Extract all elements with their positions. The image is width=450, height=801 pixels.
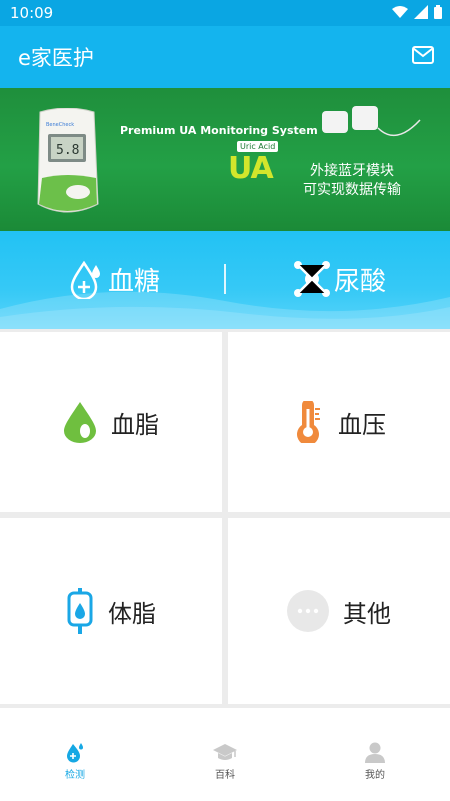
bluetooth-module-image [352, 106, 378, 130]
svg-text:5.8: 5.8 [56, 143, 79, 158]
status-time: 10:09 [10, 4, 54, 22]
banner-ua-badge: UA [228, 151, 274, 186]
tile-blood-lipid[interactable]: 血脂 [0, 332, 222, 512]
test-blood-glucose[interactable]: 血糖 [66, 259, 160, 299]
thermometer-icon [297, 401, 320, 443]
iv-bag-icon [67, 588, 93, 634]
tab-detect-label: 检测 [65, 770, 85, 781]
tab-encyclopedia-label: 百科 [215, 770, 235, 781]
tile-body-fat[interactable]: 体脂 [0, 518, 222, 704]
status-icons [392, 5, 442, 19]
tile-blood-pressure[interactable]: 血压 [228, 332, 450, 512]
graduation-cap-icon [213, 744, 237, 760]
banner-line1: 外接蓝牙模块 [310, 163, 394, 179]
tab-encyclopedia[interactable]: 百科 [185, 741, 265, 781]
banner-headline: Premium UA Monitoring System [120, 124, 318, 137]
tile-other-label: 其他 [343, 599, 391, 628]
green-drop-icon [64, 402, 96, 443]
tile-blood-lipid-label: 血脂 [111, 410, 159, 439]
tab-mine-label: 我的 [365, 770, 385, 781]
person-icon [365, 742, 385, 763]
band-divider [224, 264, 226, 294]
svg-text:BeneCheck: BeneCheck [46, 122, 74, 128]
signal-icon [414, 5, 428, 19]
more-dots-icon [287, 590, 329, 632]
tile-blood-pressure-label: 血压 [338, 410, 386, 439]
detect-icon [67, 743, 83, 763]
mail-icon[interactable] [412, 46, 434, 64]
cable-image [377, 119, 421, 137]
primary-tests-band: 血糖 尿酸 [0, 231, 450, 329]
tile-other[interactable]: 其他 [228, 518, 450, 704]
blood-drop-plus-icon [70, 260, 100, 299]
app-bar: e家医护 [0, 26, 450, 88]
test-grid: 血脂 血压 体脂 其他 [0, 329, 450, 707]
status-bar: 10:09 [0, 0, 450, 26]
molecule-icon [294, 261, 330, 297]
banner-line2: 可实现数据传输 [303, 182, 401, 198]
promo-banner[interactable]: 5.8 BeneCheck Premium UA Monitoring Syst… [0, 88, 450, 231]
wifi-icon [392, 5, 408, 18]
tab-mine[interactable]: 我的 [335, 741, 415, 781]
tile-body-fat-label: 体脂 [108, 599, 156, 628]
app-title: e家医护 [18, 46, 94, 70]
battery-icon [434, 5, 442, 19]
glucose-meter-image: 5.8 BeneCheck [37, 108, 99, 213]
bottom-tab-bar: 检测 百科 我的 [0, 707, 450, 801]
bluetooth-module-image [322, 111, 348, 133]
test-blood-glucose-label: 血糖 [108, 266, 161, 297]
test-uric-acid-label: 尿酸 [334, 266, 387, 297]
tab-detect[interactable]: 检测 [35, 741, 115, 781]
test-uric-acid[interactable]: 尿酸 [292, 259, 386, 299]
